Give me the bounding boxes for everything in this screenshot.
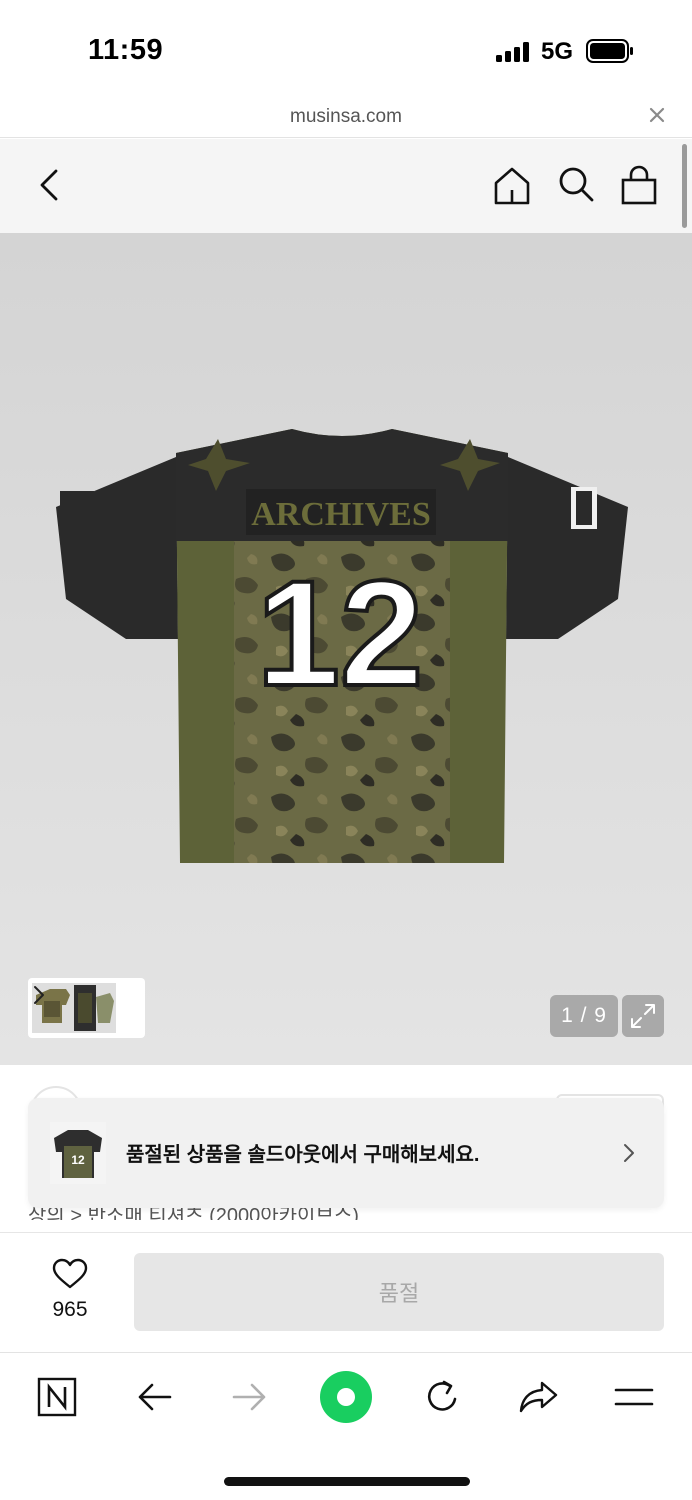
home-icon[interactable] <box>490 163 534 207</box>
back-arrow-icon[interactable] <box>132 1375 176 1419</box>
home-indicator <box>224 1477 470 1486</box>
image-counter: 1 / 9 <box>550 995 618 1037</box>
expand-icon[interactable] <box>622 995 664 1037</box>
soldout-banner[interactable]: 12 품절된 상품을 솔드아웃에서 구매해보세요. <box>28 1098 664 1208</box>
status-bar: 11:59 5G <box>0 0 692 96</box>
back-icon[interactable] <box>28 163 72 207</box>
search-icon[interactable] <box>554 163 598 207</box>
chevron-right-icon <box>624 1144 634 1162</box>
naver-n-icon[interactable] <box>35 1375 79 1419</box>
battery-icon <box>586 39 633 63</box>
like-count: 965 <box>52 1298 88 1321</box>
heart-icon[interactable] <box>52 1258 88 1290</box>
scrollbar[interactable] <box>682 144 687 228</box>
green-dot-icon[interactable] <box>319 1370 373 1424</box>
svg-text:12: 12 <box>71 1153 85 1167</box>
status-time: 11:59 <box>88 34 164 66</box>
menu-icon[interactable] <box>612 1375 656 1419</box>
divider <box>0 1232 692 1233</box>
jersey-patch-text: ARCHIVES <box>251 496 430 533</box>
chevron-right-icon[interactable] <box>32 983 46 1007</box>
url-text: musinsa.com <box>290 106 402 127</box>
thumbnail-strip[interactable] <box>28 978 145 1038</box>
site-header <box>0 139 692 233</box>
network-type: 5G <box>541 38 574 65</box>
forward-arrow-icon[interactable] <box>228 1375 272 1419</box>
product-image-gallery[interactable]: ARCHIVES 12 1 / 9 <box>0 233 692 1065</box>
soldout-button[interactable]: 품절 <box>134 1253 664 1331</box>
close-icon[interactable] <box>646 104 668 126</box>
share-icon[interactable] <box>516 1375 560 1419</box>
address-bar[interactable]: musinsa.com <box>0 96 692 138</box>
shopping-bag-icon[interactable] <box>617 163 661 207</box>
banner-product-thumbnail: 12 <box>50 1122 106 1184</box>
refresh-icon[interactable] <box>420 1375 464 1419</box>
signal-icon <box>496 42 529 62</box>
banner-text: 품절된 상품을 솔드아웃에서 구매해보세요. <box>126 1144 480 1166</box>
product-jersey-image: ARCHIVES 12 <box>56 429 628 863</box>
jersey-number: 12 <box>257 549 424 717</box>
